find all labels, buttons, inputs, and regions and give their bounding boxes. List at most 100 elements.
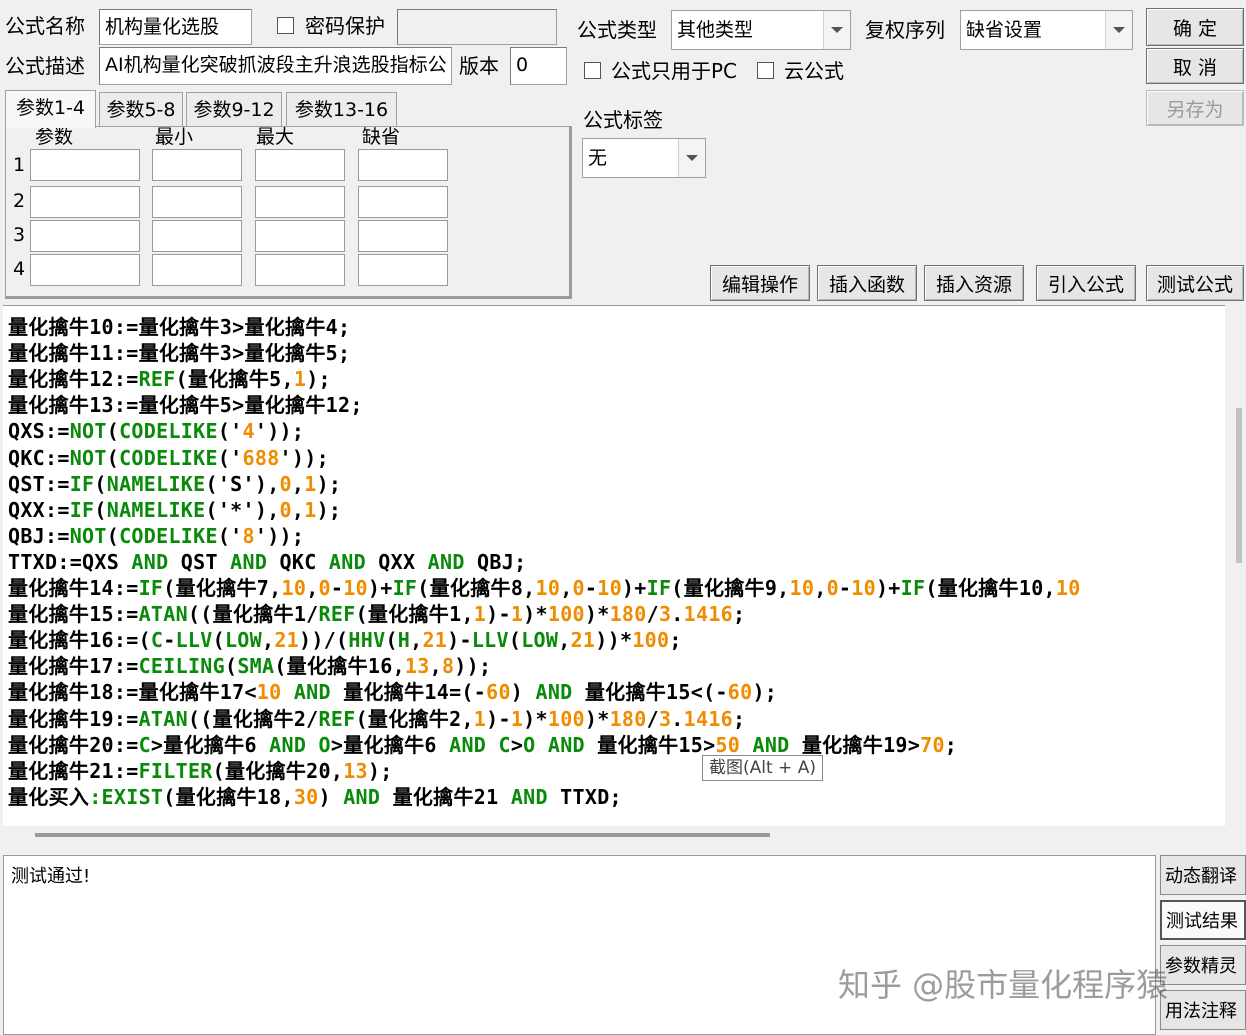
code-keyword: :EXIST — [89, 784, 164, 809]
tab-params-9-12[interactable]: 参数9-12 — [186, 92, 282, 126]
param-1-min-input[interactable] — [152, 149, 242, 181]
code-line[interactable]: QBJ:=NOT(CODELIKE('8')); — [8, 523, 304, 549]
test-formula-button[interactable]: 测试公式 — [1146, 265, 1244, 301]
code-number: 0 — [572, 576, 585, 600]
code-text: TTXD:=QXS — [8, 549, 132, 574]
code-line[interactable]: 量化擒牛17:=CEILING(SMA(量化擒牛16,13,8)); — [8, 653, 491, 679]
code-keyword: CODELIKE — [119, 445, 218, 470]
tag-select[interactable]: 无 — [582, 138, 706, 178]
code-line[interactable]: QKC:=NOT(CODELIKE('688')); — [8, 445, 329, 471]
param-4-min-input[interactable] — [152, 254, 242, 286]
code-text: 量化擒牛19:= — [8, 706, 139, 731]
formula-type-select[interactable]: 其他类型 — [671, 10, 851, 50]
tab-params-13-16[interactable]: 参数13-16 — [286, 92, 397, 126]
param-wizard-button[interactable]: 参数精灵 — [1160, 945, 1246, 985]
watermark: 知乎 @股市量化程序猿 — [838, 966, 1169, 1004]
code-text: >量化擒牛6 — [150, 732, 270, 757]
code-text: ); — [367, 758, 393, 783]
usage-notes-button[interactable]: 用法注释 — [1160, 990, 1246, 1030]
code-text: 量化擒牛21:= — [8, 758, 139, 783]
param-1-default-input[interactable] — [358, 149, 448, 181]
confirm-button[interactable]: 确 定 — [1146, 8, 1244, 46]
pc-only-checkbox[interactable] — [584, 62, 601, 79]
param-4-max-input[interactable] — [255, 254, 345, 286]
code-number: 4 — [242, 419, 255, 444]
code-text: ')); — [279, 445, 329, 470]
code-number: 10 — [851, 576, 876, 600]
formula-name-input[interactable]: 机构量化选股 — [99, 9, 252, 45]
param-3-min-input[interactable] — [152, 220, 242, 252]
code-line[interactable]: 量化擒牛11:=量化擒牛3>量化擒牛5; — [8, 340, 350, 366]
cloud-checkbox[interactable] — [757, 62, 774, 79]
code-line[interactable]: 量化买入:EXIST(量化擒牛18,30) AND 量化擒牛21 AND TTX… — [8, 784, 622, 810]
code-number: 50 — [715, 732, 741, 757]
code-text: ')); — [254, 419, 305, 444]
dynamic-translate-button[interactable]: 动态翻译 — [1160, 855, 1246, 895]
code-number: 1 — [510, 706, 524, 731]
horizontal-scrollbar-thumb[interactable] — [35, 833, 770, 837]
code-number: 3 — [658, 602, 672, 627]
code-line[interactable]: 量化擒牛20:=C>量化擒牛6 AND O>量化擒牛6 AND C>O AND … — [8, 732, 957, 758]
formula-desc-input[interactable]: AI机构量化突破抓波段主升浪选股指标公 — [99, 47, 452, 85]
code-line[interactable]: 量化擒牛15:=ATAN((量化擒牛1/REF(量化擒牛1,1)-1)*100)… — [8, 601, 745, 627]
code-text: ( — [212, 628, 225, 653]
password-checkbox[interactable] — [277, 17, 294, 34]
code-line[interactable]: 量化擒牛10:=量化擒牛3>量化擒牛4; — [8, 314, 350, 340]
code-keyword: IF — [392, 576, 418, 600]
code-line[interactable]: QST:=IF(NAMELIKE('S'),0,1); — [8, 471, 341, 497]
vertical-scrollbar-thumb[interactable] — [1236, 408, 1242, 563]
code-text: ( — [106, 419, 120, 444]
code-line[interactable]: TTXD:=QXS AND QST AND QKC AND QXX AND QB… — [8, 549, 526, 575]
param-2-max-input[interactable] — [255, 186, 345, 218]
param-2-name-input[interactable] — [30, 186, 140, 218]
fuquan-select[interactable]: 缺省设置 — [960, 10, 1133, 50]
code-number: 1416 — [683, 706, 734, 731]
code-keyword: AND — [343, 784, 381, 809]
param-1-max-input[interactable] — [255, 149, 345, 181]
param-1-name-input[interactable] — [30, 149, 140, 181]
param-2-min-input[interactable] — [152, 186, 242, 218]
version-input[interactable]: 0 — [510, 47, 567, 85]
code-text: ); — [752, 680, 778, 705]
test-result-tab-button[interactable]: 测试结果 — [1160, 900, 1246, 940]
code-keyword: AND — [293, 680, 331, 705]
code-line[interactable]: 量化擒牛18:=量化擒牛17<10 AND 量化擒牛14=(-60) AND 量… — [8, 679, 777, 705]
save-as-button[interactable]: 另存为 — [1146, 90, 1244, 126]
code-line[interactable]: 量化擒牛21:=FILTER(量化擒牛20,13); — [8, 758, 393, 784]
param-3-default-input[interactable] — [358, 220, 448, 252]
code-text: ')); — [254, 523, 305, 548]
code-line[interactable]: 量化擒牛19:=ATAN((量化擒牛2/REF(量化擒牛2,1)-1)*100)… — [8, 706, 745, 732]
code-number: 688 — [242, 445, 280, 470]
insert-resource-button[interactable]: 插入资源 — [924, 265, 1024, 301]
code-number: 21 — [570, 628, 596, 653]
code-line[interactable]: QXX:=IF(NAMELIKE('*'),0,1); — [8, 497, 341, 523]
code-line[interactable]: QXS:=NOT(CODELIKE('4')); — [8, 418, 304, 444]
code-line[interactable]: 量化擒牛13:=量化擒牛5>量化擒牛12; — [8, 392, 363, 418]
code-number: 13 — [343, 758, 368, 783]
code-text: ))* — [595, 628, 633, 653]
code-number: 21 — [422, 628, 448, 653]
code-keyword: C — [498, 732, 511, 757]
edit-ops-button[interactable]: 编辑操作 — [710, 265, 810, 301]
param-header-default: 缺省 — [362, 126, 401, 148]
code-number: 1 — [304, 497, 317, 522]
param-4-default-input[interactable] — [358, 254, 448, 286]
tab-params-5-8[interactable]: 参数5-8 — [99, 92, 183, 126]
param-4-name-input[interactable] — [30, 254, 140, 286]
code-text: 量化擒牛15:= — [8, 602, 139, 627]
code-editor[interactable]: 量化擒牛10:=量化擒牛3>量化擒牛4; 量化擒牛11:=量化擒牛3>量化擒牛5;… — [3, 305, 1225, 826]
code-line[interactable]: 量化擒牛14:=IF(量化擒牛7,10,0-10)+IF(量化擒牛8,10,0-… — [8, 575, 1081, 601]
code-text: - — [838, 576, 852, 600]
insert-function-button[interactable]: 插入函数 — [817, 265, 917, 301]
param-3-max-input[interactable] — [255, 220, 345, 252]
param-3-name-input[interactable] — [30, 220, 140, 252]
tab-params-1-4[interactable]: 参数1-4 — [5, 90, 96, 128]
code-line[interactable]: 量化擒牛16:=(C-LLV(LOW,21))/(HHV(H,21)-LLV(L… — [8, 627, 682, 653]
code-line[interactable]: 量化擒牛12:=REF(量化擒牛5,1); — [8, 366, 331, 392]
param-2-default-input[interactable] — [358, 186, 448, 218]
cancel-button[interactable]: 取 消 — [1146, 48, 1244, 84]
code-text: 量化擒牛19> — [789, 732, 921, 757]
code-number: 100 — [547, 602, 585, 627]
import-formula-button[interactable]: 引入公式 — [1036, 265, 1136, 301]
